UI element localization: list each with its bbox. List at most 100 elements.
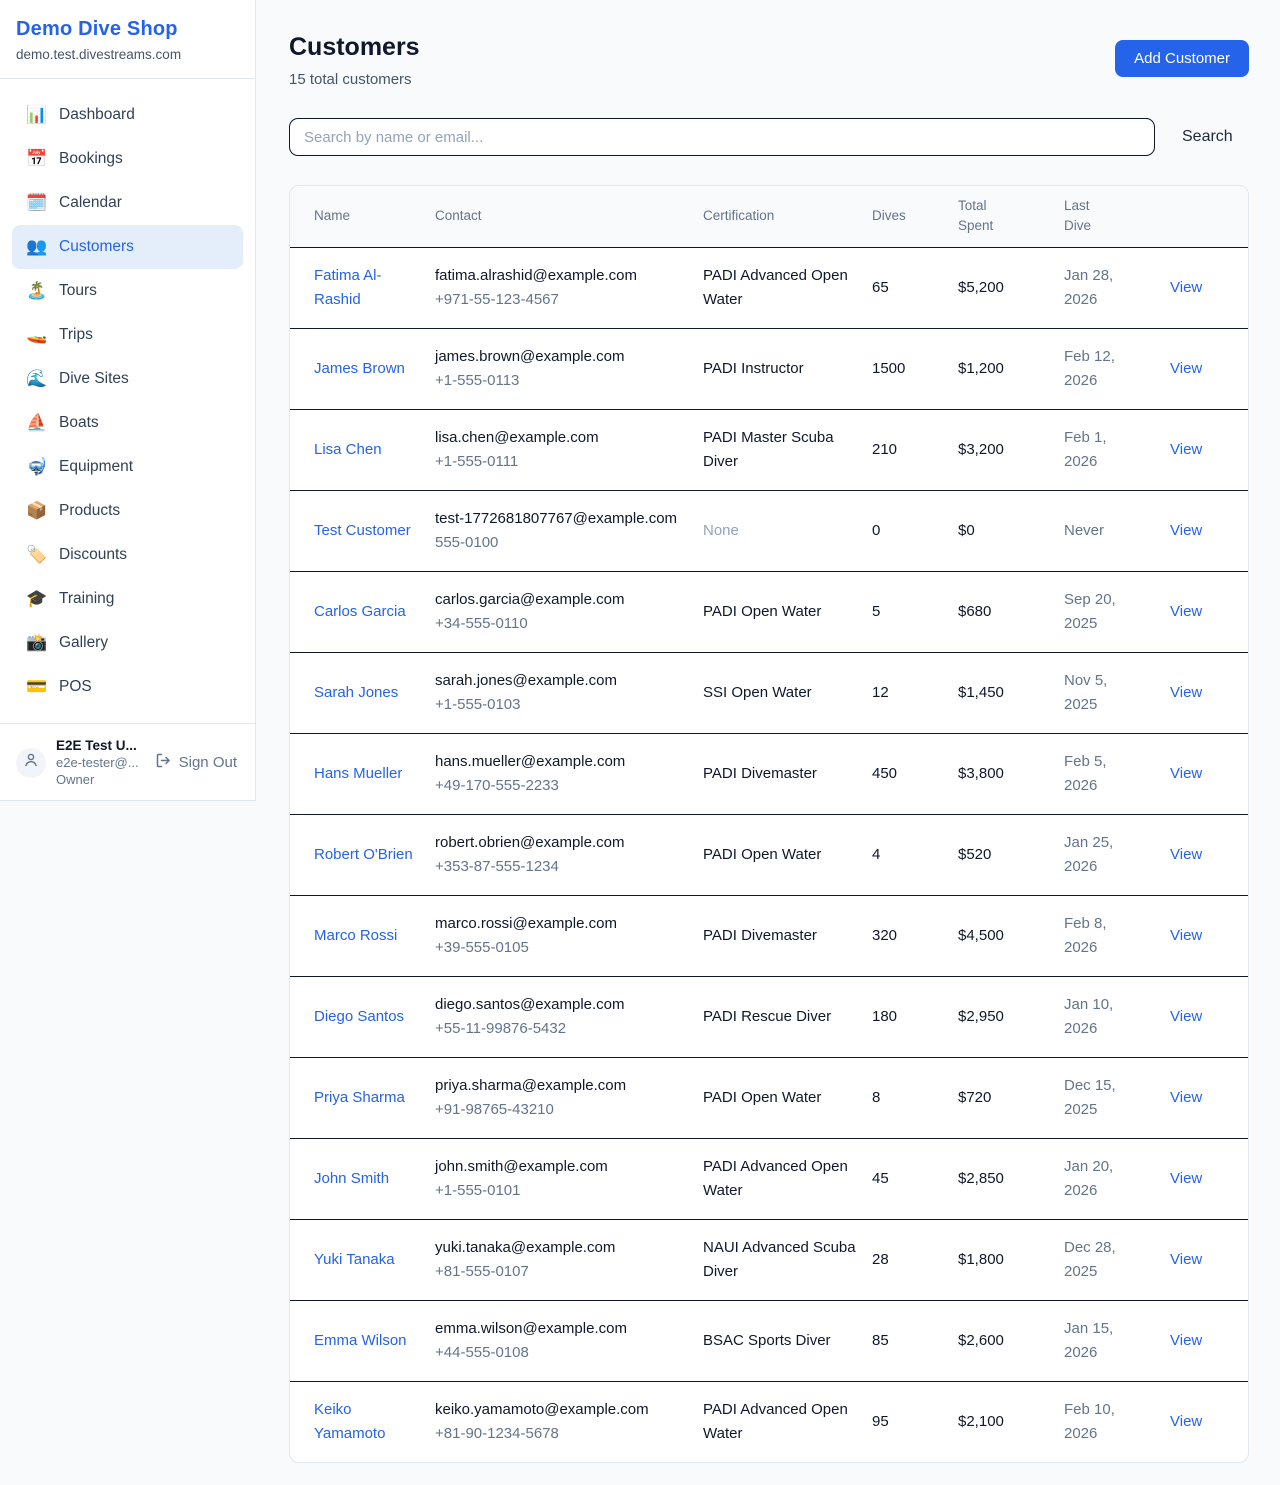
table-row: Keiko Yamamoto keiko.yamamoto@example.co… [290,1381,1249,1462]
customer-certification: NAUI Advanced Scuba Diver [703,1239,856,1280]
view-link[interactable]: View [1170,927,1202,944]
table-row: Emma Wilson emma.wilson@example.com +44-… [290,1300,1249,1381]
table-body: Fatima Al-Rashid fatima.alrashid@example… [290,247,1249,1462]
column-header-contact: Contact [435,186,703,247]
customer-email: james.brown@example.com [435,345,691,369]
sidebar-item-equipment[interactable]: 🤿 Equipment [12,445,243,489]
sidebar-item-discounts[interactable]: 🏷️ Discounts [12,533,243,577]
customer-total-spent: $0 [958,522,975,539]
sidebar-item-calendar[interactable]: 🗓️ Calendar [12,181,243,225]
sign-out-label: Sign Out [179,754,237,771]
sidebar-item-dashboard[interactable]: 📊 Dashboard [12,93,243,137]
customer-name-link[interactable]: Robert O'Brien [314,846,413,863]
customer-total-spent: $1,200 [958,360,1004,377]
sidebar-item-trips[interactable]: 🚤 Trips [12,313,243,357]
customer-name-link[interactable]: Hans Mueller [314,765,402,782]
customer-email: marco.rossi@example.com [435,912,691,936]
view-link[interactable]: View [1170,522,1202,539]
customer-certification: PADI Open Water [703,1089,821,1106]
search-input[interactable] [289,118,1155,156]
sidebar-item-bookings[interactable]: 📅 Bookings [12,137,243,181]
view-link[interactable]: View [1170,846,1202,863]
customer-last-dive: Never [1064,522,1104,539]
customer-name-link[interactable]: John Smith [314,1170,389,1187]
customers-table: Name Contact Certification Dives Total S… [290,186,1249,1462]
customer-name-link[interactable]: Emma Wilson [314,1332,407,1349]
customer-name-link[interactable]: Lisa Chen [314,441,382,458]
customer-last-dive: Jan 15, 2026 [1064,1320,1113,1361]
column-header-last-dive: Last Dive [1064,186,1152,247]
view-link[interactable]: View [1170,1008,1202,1025]
customer-last-dive: Jan 28, 2026 [1064,267,1113,308]
search-button[interactable]: Search [1182,128,1233,146]
customer-name-link[interactable]: Yuki Tanaka [314,1251,395,1268]
customer-name-link[interactable]: Test Customer [314,522,411,539]
customer-email: keiko.yamamoto@example.com [435,1398,691,1422]
customer-total-spent: $1,800 [958,1251,1004,1268]
customer-certification: PADI Open Water [703,603,821,620]
diving-mask-icon: 🤿 [26,457,46,477]
view-link[interactable]: View [1170,684,1202,701]
view-link[interactable]: View [1170,1089,1202,1106]
customer-phone: +353-87-555-1234 [435,855,691,879]
customer-phone: +971-55-123-4567 [435,288,691,312]
customer-name-link[interactable]: Fatima Al-Rashid [314,267,382,308]
customer-certification: PADI Advanced Open Water [703,267,848,308]
view-link[interactable]: View [1170,603,1202,620]
view-link[interactable]: View [1170,1413,1202,1430]
sidebar-item-gallery[interactable]: 📸 Gallery [12,621,243,665]
customer-dives: 180 [872,1008,897,1025]
customer-last-dive: Dec 15, 2025 [1064,1077,1116,1118]
customer-name-link[interactable]: Marco Rossi [314,927,397,944]
view-link[interactable]: View [1170,360,1202,377]
customer-email: hans.mueller@example.com [435,750,691,774]
customer-dives: 210 [872,441,897,458]
sidebar-item-boats[interactable]: ⛵ Boats [12,401,243,445]
customer-name-link[interactable]: Priya Sharma [314,1089,405,1106]
view-link[interactable]: View [1170,1332,1202,1349]
sidebar-item-label: Training [59,590,114,608]
customer-last-dive: Feb 10, 2026 [1064,1401,1115,1442]
customer-total-spent: $1,450 [958,684,1004,701]
customer-phone: +49-170-555-2233 [435,774,691,798]
column-header-certification: Certification [703,186,872,247]
view-link[interactable]: View [1170,1251,1202,1268]
customer-total-spent: $3,800 [958,765,1004,782]
customer-last-dive: Feb 12, 2026 [1064,348,1115,389]
bar-chart-icon: 📊 [26,105,46,125]
sidebar-header: Demo Dive Shop demo.test.divestreams.com [0,0,255,79]
customer-name-link[interactable]: Keiko Yamamoto [314,1401,385,1442]
view-link[interactable]: View [1170,765,1202,782]
table-row: Sarah Jones sarah.jones@example.com +1-5… [290,652,1249,733]
table-row: Robert O'Brien robert.obrien@example.com… [290,814,1249,895]
table-row: Hans Mueller hans.mueller@example.com +4… [290,733,1249,814]
customer-total-spent: $2,850 [958,1170,1004,1187]
table-row: Marco Rossi marco.rossi@example.com +39-… [290,895,1249,976]
table-row: Carlos Garcia carlos.garcia@example.com … [290,571,1249,652]
view-link[interactable]: View [1170,441,1202,458]
view-link[interactable]: View [1170,279,1202,296]
sign-out-icon [155,752,172,773]
customer-name-link[interactable]: Carlos Garcia [314,603,406,620]
sidebar-item-dive-sites[interactable]: 🌊 Dive Sites [12,357,243,401]
sidebar-nav: 📊 Dashboard 📅 Bookings 🗓️ Calendar 👥 Cus… [0,79,255,723]
customer-name-link[interactable]: James Brown [314,360,405,377]
customer-name-link[interactable]: Sarah Jones [314,684,398,701]
view-link[interactable]: View [1170,1170,1202,1187]
sidebar-item-customers[interactable]: 👥 Customers [12,225,243,269]
sign-out-button[interactable]: Sign Out [155,752,239,773]
customer-email: sarah.jones@example.com [435,669,691,693]
sidebar-item-products[interactable]: 📦 Products [12,489,243,533]
sidebar-item-label: Dashboard [59,106,135,124]
customer-phone: +55-11-99876-5432 [435,1017,691,1041]
customer-certification: PADI Divemaster [703,927,817,944]
sidebar-item-training[interactable]: 🎓 Training [12,577,243,621]
sidebar-item-label: Calendar [59,194,122,212]
sidebar-item-label: Boats [59,414,99,432]
add-customer-button[interactable]: Add Customer [1115,40,1249,77]
sidebar-item-pos[interactable]: 💳 POS [12,665,243,709]
package-icon: 📦 [26,501,46,521]
customer-count: 15 total customers [289,71,420,88]
customer-name-link[interactable]: Diego Santos [314,1008,404,1025]
sidebar-item-tours[interactable]: 🏝️ Tours [12,269,243,313]
